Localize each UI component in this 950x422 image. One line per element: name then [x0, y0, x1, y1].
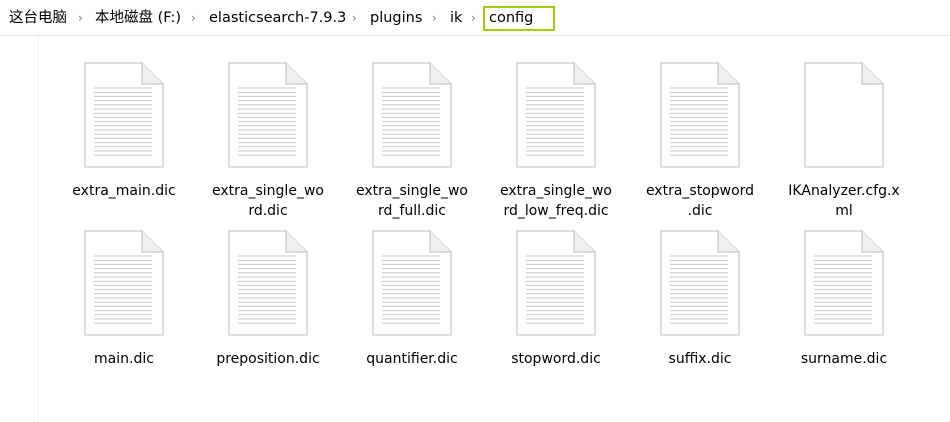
- text-document-icon: [228, 230, 308, 336]
- file-name: stopword.dic: [486, 349, 626, 369]
- file-name-line: ml: [835, 203, 853, 219]
- file-name: extra_stopword .dic: [630, 181, 770, 221]
- file-name: surname.dic: [774, 349, 914, 369]
- file-name: extra_single_wo rd_low_freq.dic: [486, 181, 626, 221]
- file-name-line: rd_low_freq.dic: [503, 203, 609, 219]
- text-document-icon: [660, 62, 740, 168]
- chevron-right-icon[interactable]: ›: [471, 8, 476, 28]
- breadcrumb-local-disk[interactable]: 本地磁盘 (F:): [95, 8, 181, 28]
- file-name: extra_main.dic: [54, 181, 194, 201]
- breadcrumb-config[interactable]: config: [489, 8, 533, 28]
- file-name-line: IKAnalyzer.cfg.x: [788, 183, 900, 199]
- text-document-icon: [372, 230, 452, 336]
- file-item[interactable]: preposition.dic: [198, 230, 338, 369]
- file-name-line: extra_single_wo: [356, 183, 468, 199]
- file-name-line: preposition.dic: [216, 351, 320, 367]
- text-document-icon: [228, 62, 308, 168]
- file-name-line: quantifier.dic: [366, 351, 458, 367]
- text-document-icon: [84, 230, 164, 336]
- file-item[interactable]: main.dic: [54, 230, 194, 369]
- chevron-right-icon[interactable]: ›: [191, 8, 196, 28]
- chevron-right-icon[interactable]: ›: [78, 8, 83, 28]
- chevron-right-icon[interactable]: ›: [432, 8, 437, 28]
- file-name: extra_single_wo rd.dic: [198, 181, 338, 221]
- file-item[interactable]: extra_single_wo rd_low_freq.dic: [486, 62, 626, 221]
- file-item[interactable]: extra_single_wo rd.dic: [198, 62, 338, 221]
- file-name-line: surname.dic: [800, 351, 888, 367]
- text-document-icon: [660, 230, 740, 336]
- file-item[interactable]: quantifier.dic: [342, 230, 482, 369]
- breadcrumb-elasticsearch[interactable]: elasticsearch-7.9.3: [209, 8, 346, 28]
- file-name-line: rd.dic: [248, 203, 288, 219]
- file-name: quantifier.dic: [342, 349, 482, 369]
- file-item[interactable]: extra_stopword .dic: [630, 62, 770, 221]
- file-name-line: extra_stopword: [645, 183, 755, 199]
- file-name: IKAnalyzer.cfg.x ml: [774, 181, 914, 221]
- file-item[interactable]: extra_main.dic: [54, 62, 194, 201]
- file-item[interactable]: stopword.dic: [486, 230, 626, 369]
- file-name-line: stopword.dic: [511, 351, 601, 367]
- file-name-line: extra_main.dic: [72, 183, 176, 199]
- breadcrumb-ik[interactable]: ik: [450, 8, 462, 28]
- file-name: extra_single_wo rd_full.dic: [342, 181, 482, 221]
- text-document-icon: [804, 230, 884, 336]
- text-document-icon: [516, 230, 596, 336]
- file-name: main.dic: [54, 349, 194, 369]
- file-name-line: extra_single_wo: [500, 183, 612, 199]
- chevron-right-icon[interactable]: ›: [352, 8, 357, 28]
- file-name-line: rd_full.dic: [378, 203, 446, 219]
- file-item[interactable]: extra_single_wo rd_full.dic: [342, 62, 482, 221]
- file-name: preposition.dic: [198, 349, 338, 369]
- file-item[interactable]: IKAnalyzer.cfg.x ml: [774, 62, 914, 221]
- breadcrumb-plugins[interactable]: plugins: [370, 8, 422, 28]
- file-name-line: extra_single_wo: [212, 183, 324, 199]
- breadcrumb: 这台电脑 › 本地磁盘 (F:) › elasticsearch-7.9.3 ›…: [0, 0, 950, 36]
- blank-document-icon: [804, 62, 884, 168]
- text-document-icon: [84, 62, 164, 168]
- file-item[interactable]: surname.dic: [774, 230, 914, 369]
- file-name: suffix.dic: [630, 349, 770, 369]
- breadcrumb-this-pc[interactable]: 这台电脑: [9, 8, 67, 28]
- text-document-icon: [372, 62, 452, 168]
- file-item[interactable]: suffix.dic: [630, 230, 770, 369]
- file-name-line: main.dic: [94, 351, 154, 367]
- file-name-line: suffix.dic: [668, 351, 732, 367]
- file-name-line: .dic: [687, 203, 713, 219]
- text-document-icon: [516, 62, 596, 168]
